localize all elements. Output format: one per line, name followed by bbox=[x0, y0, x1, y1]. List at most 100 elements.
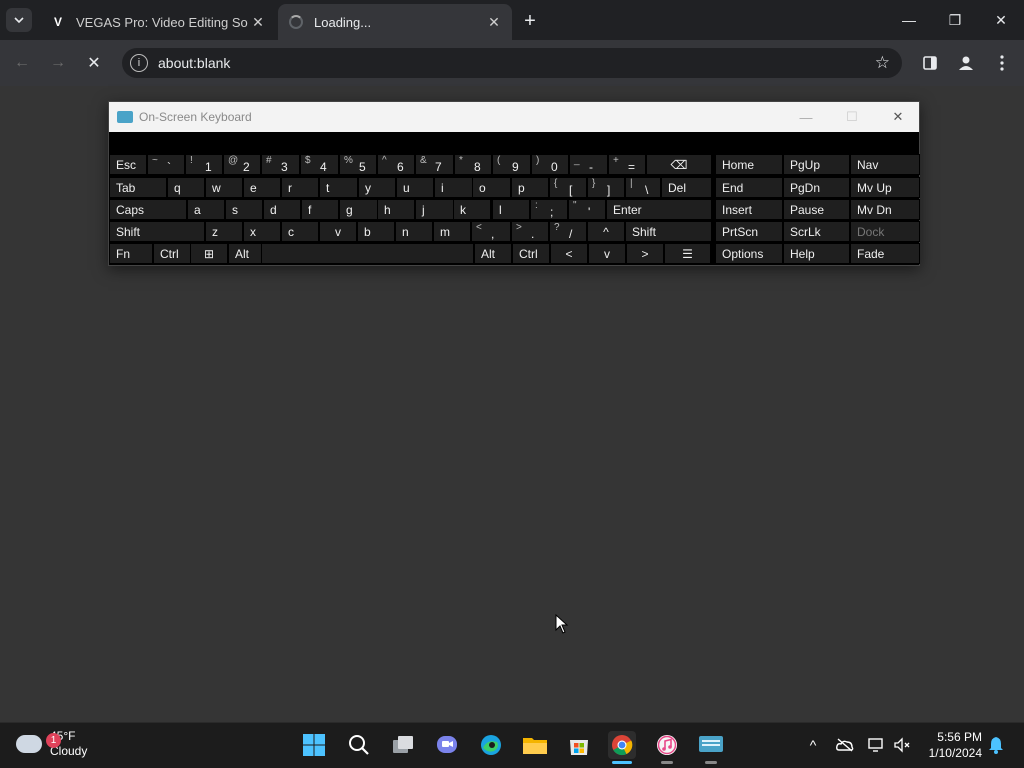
osk-key-sym0-1[interactable]: ~ ` bbox=[147, 154, 185, 175]
osk-key-v[interactable]: v bbox=[588, 243, 626, 264]
osk-key-z[interactable]: z bbox=[205, 221, 243, 242]
osk-key-4[interactable]: $4 bbox=[300, 154, 339, 175]
chrome-button[interactable] bbox=[608, 731, 636, 764]
osk-key-sym3-11[interactable]: ^ bbox=[587, 221, 625, 242]
task-view-button[interactable] bbox=[389, 731, 417, 759]
menu-kebab-icon[interactable] bbox=[990, 51, 1014, 75]
network-icon[interactable] bbox=[866, 735, 886, 755]
osk-key-q[interactable]: q bbox=[167, 177, 205, 198]
osk-key-pgup[interactable]: PgUp bbox=[783, 154, 850, 175]
osk-key-pause[interactable]: Pause bbox=[783, 199, 850, 220]
osk-key-sym0-12[interactable]: _ - bbox=[569, 154, 608, 175]
weather-widget[interactable]: 1 45°F Cloudy bbox=[16, 729, 87, 759]
osk-key-shift[interactable]: Shift bbox=[109, 221, 205, 242]
file-explorer-button[interactable] bbox=[521, 731, 549, 759]
osk-key-y[interactable]: y bbox=[358, 177, 396, 198]
osk-key-insert[interactable]: Insert bbox=[715, 199, 783, 220]
osk-key-6[interactable]: ^ 6 bbox=[377, 154, 415, 175]
osk-key-a[interactable]: a bbox=[187, 199, 225, 220]
osk-key-ctrl[interactable]: Ctrl bbox=[512, 243, 550, 264]
edge-button[interactable] bbox=[477, 731, 505, 759]
osk-key-caps[interactable]: Caps bbox=[109, 199, 187, 220]
osk-key-scrlk[interactable]: ScrLk bbox=[783, 221, 850, 242]
minimize-button[interactable]: — bbox=[886, 0, 932, 40]
osk-key-k[interactable]: k bbox=[453, 199, 491, 220]
search-button[interactable] bbox=[345, 731, 373, 759]
osk-key-9[interactable]: (9 bbox=[492, 154, 531, 175]
osk-key-1[interactable]: ! 1 bbox=[185, 154, 223, 175]
osk-key-alt[interactable]: Alt bbox=[474, 243, 512, 264]
osk-key-pgdn[interactable]: PgDn bbox=[783, 177, 850, 198]
osk-key-sym1-13[interactable]: | \ bbox=[625, 177, 661, 198]
osk-key-sym1-12[interactable]: }] bbox=[587, 177, 625, 198]
osk-key-3[interactable]: #3 bbox=[261, 154, 300, 175]
back-button[interactable]: ← bbox=[8, 50, 36, 76]
itunes-button[interactable] bbox=[653, 731, 681, 764]
osk-key-i[interactable]: i bbox=[434, 177, 473, 198]
osk-key-x[interactable]: x bbox=[243, 221, 281, 242]
osk-key-0[interactable]: ) 0 bbox=[531, 154, 569, 175]
osk-key-help[interactable]: Help bbox=[783, 243, 850, 264]
osk-key-w[interactable]: w bbox=[205, 177, 243, 198]
osk-key-h[interactable]: h bbox=[377, 199, 415, 220]
osk-key-e[interactable]: e bbox=[243, 177, 281, 198]
osk-key-fade[interactable]: Fade bbox=[850, 243, 920, 264]
osk-key-space[interactable] bbox=[261, 243, 474, 264]
onedrive-offline-icon[interactable] bbox=[835, 735, 855, 755]
osk-title-bar[interactable]: On-Screen Keyboard — ☐ ✕ bbox=[109, 102, 919, 132]
osk-key-r[interactable]: r bbox=[281, 177, 319, 198]
osk-key-sym4-9[interactable]: > bbox=[626, 243, 664, 264]
osk-key-home[interactable]: Home bbox=[715, 154, 783, 175]
tab-vegas[interactable]: V VEGAS Pro: Video Editing Softw ✕ bbox=[40, 4, 276, 40]
osk-key-sym2-11[interactable]: " ' bbox=[568, 199, 606, 220]
osk-key-sym1-11[interactable]: {[ bbox=[549, 177, 587, 198]
osk-key-sym3-10[interactable]: ? / bbox=[549, 221, 587, 242]
osk-key-mvdn[interactable]: Mv Dn bbox=[850, 199, 920, 220]
osk-minimize-button[interactable]: — bbox=[783, 102, 829, 132]
notification-bell-icon[interactable] bbox=[988, 736, 1004, 759]
osk-key-prtscn[interactable]: PrtScn bbox=[715, 221, 783, 242]
osk-key-sym4-7[interactable]: < bbox=[550, 243, 588, 264]
bookmark-star-icon[interactable]: ☆ bbox=[875, 53, 890, 73]
osk-key-o[interactable]: o bbox=[472, 177, 511, 198]
address-bar[interactable]: i ☆ bbox=[122, 48, 902, 78]
osk-key-g[interactable]: g bbox=[339, 199, 378, 220]
microsoft-store-button[interactable] bbox=[565, 731, 593, 759]
osk-key-b[interactable]: b bbox=[357, 221, 395, 242]
osk-key-del[interactable]: Del bbox=[661, 177, 712, 198]
osk-key-fn[interactable]: Fn bbox=[109, 243, 153, 264]
osk-key-c[interactable]: c bbox=[281, 221, 319, 242]
osk-key-options[interactable]: Options bbox=[715, 243, 783, 264]
tray-overflow-chevron[interactable]: ^ bbox=[803, 735, 823, 755]
osk-key-sym4-2[interactable]: ⊞ bbox=[190, 243, 228, 264]
tab-close-icon[interactable]: ✕ bbox=[484, 12, 504, 32]
osk-key-s[interactable]: s bbox=[225, 199, 263, 220]
teams-chat-button[interactable] bbox=[433, 731, 461, 759]
osk-key-l[interactable]: l bbox=[492, 199, 530, 220]
osk-key-j[interactable]: j bbox=[415, 199, 454, 220]
osk-key-5[interactable]: % 5 bbox=[339, 154, 377, 175]
osk-key-nav[interactable]: Nav bbox=[850, 154, 920, 175]
osk-key-enter[interactable]: Enter bbox=[606, 199, 712, 220]
osk-key-esc[interactable]: Esc bbox=[109, 154, 147, 175]
osk-key-u[interactable]: u bbox=[396, 177, 434, 198]
osk-key-sym3-9[interactable]: >. bbox=[511, 221, 549, 242]
volume-muted-icon[interactable] bbox=[892, 735, 912, 755]
osk-key-end[interactable]: End bbox=[715, 177, 783, 198]
osk-key-shift[interactable]: Shift bbox=[625, 221, 712, 242]
osk-key-7[interactable]: & 7 bbox=[415, 154, 454, 175]
osk-key-dock[interactable]: Dock bbox=[850, 221, 920, 242]
tab-close-icon[interactable]: ✕ bbox=[248, 12, 268, 32]
osk-taskbar-button[interactable] bbox=[697, 731, 725, 764]
osk-key-sym0-13[interactable]: + = bbox=[608, 154, 646, 175]
osk-key-m[interactable]: m bbox=[433, 221, 471, 242]
osk-maximize-button[interactable]: ☐ bbox=[829, 102, 875, 132]
stop-loading-button[interactable]: ✕ bbox=[80, 50, 108, 76]
close-window-button[interactable]: ✕ bbox=[978, 0, 1024, 40]
info-icon[interactable]: i bbox=[130, 54, 148, 72]
side-panel-icon[interactable] bbox=[918, 51, 942, 75]
tab-loading[interactable]: Loading... ✕ bbox=[278, 4, 512, 40]
tab-search-button[interactable] bbox=[6, 8, 32, 32]
osk-key-n[interactable]: n bbox=[395, 221, 433, 242]
forward-button[interactable]: → bbox=[44, 50, 72, 76]
